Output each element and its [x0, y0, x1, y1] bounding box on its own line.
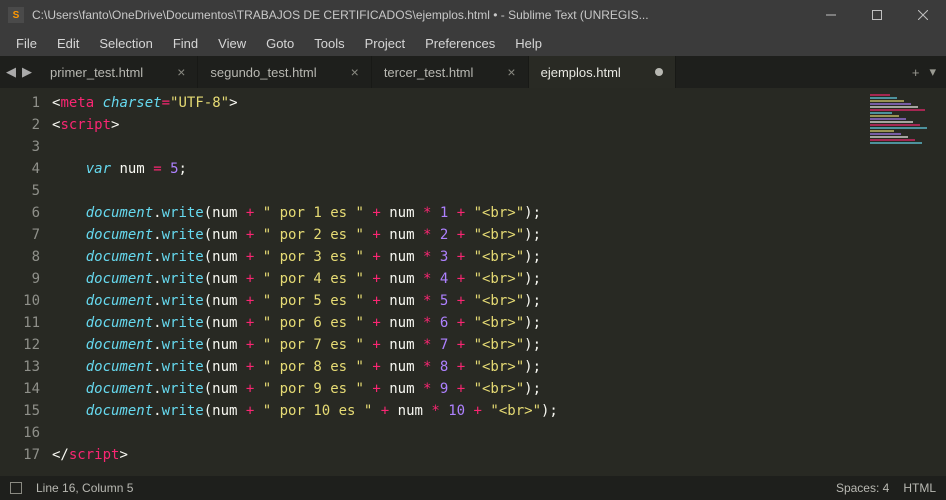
window-title: C:\Users\fanto\OneDrive\Documentos\TRABA… — [32, 8, 808, 22]
code-line: document.write(num + " por 1 es " + num … — [52, 202, 866, 224]
line-number: 3 — [0, 136, 40, 158]
line-number: 6 — [0, 202, 40, 224]
line-number: 16 — [0, 422, 40, 444]
line-number: 5 — [0, 180, 40, 202]
menu-tools[interactable]: Tools — [306, 33, 352, 54]
code-line: document.write(num + " por 2 es " + num … — [52, 224, 866, 246]
menu-preferences[interactable]: Preferences — [417, 33, 503, 54]
code-line: document.write(num + " por 7 es " + num … — [52, 334, 866, 356]
minimap-line — [870, 118, 906, 120]
code-line: document.write(num + " por 3 es " + num … — [52, 246, 866, 268]
statusbar: Line 16, Column 5 Spaces: 4 HTML — [0, 476, 946, 500]
code-line: document.write(num + " por 6 es " + num … — [52, 312, 866, 334]
line-number: 9 — [0, 268, 40, 290]
menubar: FileEditSelectionFindViewGotoToolsProjec… — [0, 30, 946, 56]
tabbar: ◀ ▶ primer_test.html×segundo_test.html×t… — [0, 56, 946, 88]
syntax-setting[interactable]: HTML — [903, 481, 936, 495]
menu-view[interactable]: View — [210, 33, 254, 54]
line-number: 14 — [0, 378, 40, 400]
close-tab-icon[interactable]: × — [351, 64, 359, 80]
minimap-line — [870, 136, 908, 138]
menu-project[interactable]: Project — [357, 33, 413, 54]
tab-segundo_test-html[interactable]: segundo_test.html × — [198, 56, 371, 88]
menu-selection[interactable]: Selection — [91, 33, 160, 54]
line-number: 4 — [0, 158, 40, 180]
app-icon: S — [8, 7, 24, 23]
indentation-setting[interactable]: Spaces: 4 — [836, 481, 889, 495]
dirty-indicator-icon — [655, 68, 663, 76]
editor-area: 1234567891011121314151617 <meta charset=… — [0, 88, 946, 476]
minimap-line — [870, 100, 904, 102]
code-line — [52, 180, 866, 202]
minimap-line — [870, 97, 897, 99]
tab-label: segundo_test.html — [210, 65, 316, 80]
close-tab-icon[interactable]: × — [507, 64, 515, 80]
minimize-icon — [826, 10, 836, 20]
line-number: 11 — [0, 312, 40, 334]
minimap-line — [870, 124, 920, 126]
maximize-button[interactable] — [854, 0, 900, 30]
menu-edit[interactable]: Edit — [49, 33, 87, 54]
code-line: document.write(num + " por 9 es " + num … — [52, 378, 866, 400]
tab-tercer_test-html[interactable]: tercer_test.html × — [372, 56, 529, 88]
code-line: document.write(num + " por 4 es " + num … — [52, 268, 866, 290]
code-line: document.write(num + " por 10 es " + num… — [52, 400, 866, 422]
tab-primer_test-html[interactable]: primer_test.html × — [38, 56, 198, 88]
new-tab-button[interactable]: + — [912, 65, 920, 80]
code-line: var num = 5; — [52, 158, 866, 180]
tab-label: tercer_test.html — [384, 65, 474, 80]
minimap-line — [870, 103, 911, 105]
minimap-line — [870, 106, 918, 108]
minimap-line — [870, 130, 894, 132]
code-line — [52, 422, 866, 444]
menu-file[interactable]: File — [8, 33, 45, 54]
maximize-icon — [872, 10, 882, 20]
line-number: 7 — [0, 224, 40, 246]
window-titlebar: S C:\Users\fanto\OneDrive\Documentos\TRA… — [0, 0, 946, 30]
tab-label: ejemplos.html — [541, 65, 621, 80]
menu-goto[interactable]: Goto — [258, 33, 302, 54]
tab-label: primer_test.html — [50, 65, 143, 80]
code-line — [52, 136, 866, 158]
line-number: 13 — [0, 356, 40, 378]
panel-switcher-icon[interactable] — [10, 482, 22, 494]
minimap-line — [870, 115, 899, 117]
code-line: document.write(num + " por 8 es " + num … — [52, 356, 866, 378]
minimize-button[interactable] — [808, 0, 854, 30]
minimap-line — [870, 133, 901, 135]
line-number: 10 — [0, 290, 40, 312]
minimap-line — [870, 94, 890, 96]
code-line: </script> — [52, 444, 866, 466]
tab-back-button[interactable]: ◀ — [6, 64, 16, 80]
tab-forward-button[interactable]: ▶ — [22, 64, 32, 80]
close-tab-icon[interactable]: × — [177, 64, 185, 80]
line-number: 1 — [0, 92, 40, 114]
line-number: 8 — [0, 246, 40, 268]
line-number: 15 — [0, 400, 40, 422]
minimap[interactable] — [866, 88, 946, 476]
minimap-line — [870, 121, 913, 123]
line-number: 2 — [0, 114, 40, 136]
minimap-line — [870, 109, 925, 111]
menu-help[interactable]: Help — [507, 33, 550, 54]
code-line: <script> — [52, 114, 866, 136]
code-editor[interactable]: <meta charset="UTF-8"><script> var num =… — [52, 88, 866, 476]
close-button[interactable] — [900, 0, 946, 30]
code-line: <meta charset="UTF-8"> — [52, 92, 866, 114]
line-number: 17 — [0, 444, 40, 466]
tab-ejemplos-html[interactable]: ejemplos.html — [529, 56, 676, 88]
minimap-line — [870, 142, 922, 144]
menu-find[interactable]: Find — [165, 33, 206, 54]
tab-dropdown-button[interactable]: ▾ — [929, 64, 936, 80]
line-number-gutter: 1234567891011121314151617 — [0, 88, 52, 476]
tab-history-nav: ◀ ▶ — [0, 56, 38, 88]
cursor-position[interactable]: Line 16, Column 5 — [36, 481, 133, 495]
close-icon — [918, 10, 928, 20]
minimap-line — [870, 112, 892, 114]
line-number: 12 — [0, 334, 40, 356]
minimap-line — [870, 139, 915, 141]
minimap-line — [870, 127, 927, 129]
code-line: document.write(num + " por 5 es " + num … — [52, 290, 866, 312]
